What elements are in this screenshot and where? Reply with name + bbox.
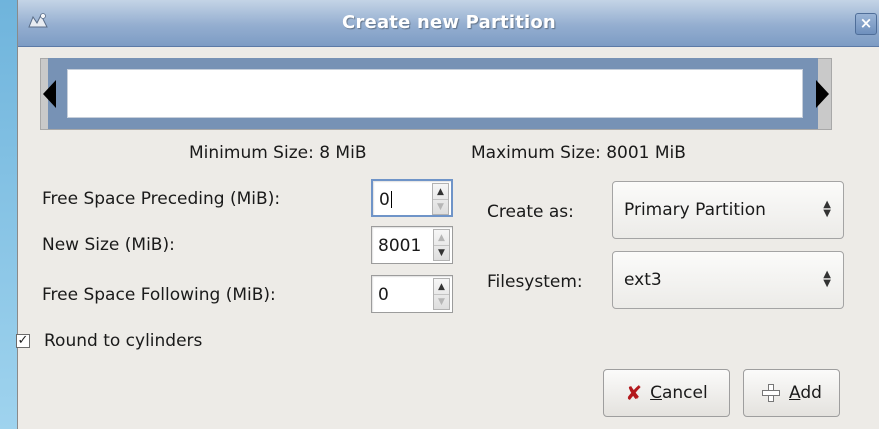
free-space-preceding-stepper: ▲ ▼ <box>432 183 449 215</box>
dialog-title: Create new Partition <box>342 12 556 33</box>
cancel-button[interactable]: ✘ Cancel <box>603 369 730 417</box>
filesystem-combobox[interactable]: ext3 ▲ ▼ <box>612 251 844 309</box>
title-bar[interactable]: Create new Partition × <box>18 0 879 47</box>
new-size-stepper: ▲ ▼ <box>433 229 450 261</box>
round-to-cylinders-label[interactable]: Round to cylinders <box>44 331 202 351</box>
filesystem-label: Filesystem: <box>487 272 583 292</box>
maximum-size-label: Maximum Size: 8001 MiB <box>471 143 686 163</box>
new-size-label: New Size (MiB): <box>42 235 175 255</box>
new-size-value[interactable]: 8001 <box>378 236 421 256</box>
cancel-button-label: Cancel <box>650 383 708 403</box>
free-space-preceding-value[interactable]: 0 <box>379 190 392 210</box>
round-to-cylinders-checkbox[interactable]: ✓ <box>16 334 30 348</box>
close-button[interactable]: × <box>855 13 877 35</box>
resize-left-handle-icon[interactable] <box>43 80 56 108</box>
decrement-arrow-icon[interactable]: ▼ <box>434 294 449 309</box>
plus-icon <box>761 383 781 403</box>
add-button[interactable]: Add <box>743 369 840 417</box>
partition-bar-free-area <box>67 69 803 118</box>
create-as-combobox[interactable]: Primary Partition ▲ ▼ <box>612 181 844 239</box>
free-space-preceding-spinbox[interactable]: 0 ▲ ▼ <box>371 179 453 217</box>
free-space-preceding-label: Free Space Preceding (MiB): <box>42 189 281 209</box>
create-as-label: Create as: <box>487 202 574 222</box>
free-space-following-stepper: ▲ ▼ <box>433 278 450 310</box>
increment-arrow-icon[interactable]: ▲ <box>434 279 449 295</box>
add-button-label: Add <box>789 383 822 403</box>
increment-arrow-icon[interactable]: ▲ <box>433 184 448 200</box>
close-icon: × <box>859 14 873 32</box>
cancel-x-icon: ✘ <box>625 381 643 405</box>
up-down-arrows-icon: ▲ ▼ <box>823 269 831 289</box>
free-space-following-spinbox[interactable]: 0 ▲ ▼ <box>371 275 453 313</box>
filesystem-selected-value: ext3 <box>624 270 662 290</box>
text-caret <box>390 191 392 208</box>
minimum-size-label: Minimum Size: 8 MiB <box>189 143 367 163</box>
decrement-arrow-icon[interactable]: ▼ <box>433 199 448 214</box>
free-space-following-value[interactable]: 0 <box>378 285 389 305</box>
create-as-selected-value: Primary Partition <box>624 200 766 220</box>
increment-arrow-icon[interactable]: ▲ <box>434 230 449 246</box>
resize-right-handle-icon[interactable] <box>816 80 829 108</box>
decrement-arrow-icon[interactable]: ▼ <box>434 245 449 260</box>
free-space-following-label: Free Space Following (MiB): <box>42 285 276 305</box>
up-down-arrows-icon: ▲ ▼ <box>823 199 831 219</box>
new-size-spinbox[interactable]: 8001 ▲ ▼ <box>371 226 453 264</box>
